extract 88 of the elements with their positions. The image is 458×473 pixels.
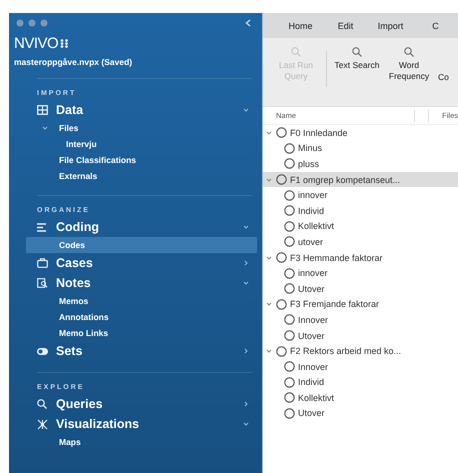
ribbon-tab[interactable]: Edit <box>323 20 368 30</box>
nav-item[interactable]: Maps <box>14 434 252 450</box>
chevron-down-icon[interactable] <box>266 348 272 354</box>
circle-icon <box>276 252 287 264</box>
code-row[interactable]: Utover <box>263 406 458 422</box>
lines-icon <box>37 222 47 232</box>
chevron-down-icon[interactable] <box>266 130 272 136</box>
nav-item[interactable]: Codes <box>26 237 257 253</box>
nav-group[interactable]: Data <box>14 100 252 120</box>
nav-item[interactable]: Memos <box>14 293 252 309</box>
app-logo: NVIVO <box>14 34 58 52</box>
circle-icon <box>284 392 295 404</box>
nav-item[interactable]: Annotations <box>14 309 252 325</box>
circle-icon <box>284 268 295 279</box>
circle-icon <box>284 236 295 248</box>
ribbon-tab[interactable]: C <box>413 20 458 30</box>
code-row[interactable]: Innover <box>263 312 458 328</box>
code-row[interactable]: F3 Fremjande faktorar <box>263 296 458 312</box>
search-icon <box>37 399 47 409</box>
toolbar-button[interactable]: Text Search <box>331 47 383 71</box>
code-row[interactable]: innover <box>263 265 458 281</box>
nav-group[interactable]: Notes <box>14 273 252 293</box>
chevron-right-icon[interactable] <box>243 260 249 266</box>
toolbar-button[interactable]: Co <box>435 47 452 83</box>
nav-item[interactable]: Files <box>14 120 252 136</box>
circle-icon <box>284 158 295 170</box>
network-icon <box>37 418 48 430</box>
caret-icon[interactable] <box>42 125 48 131</box>
table-icon <box>37 105 48 115</box>
chevron-down-icon[interactable] <box>243 421 249 427</box>
search-icon <box>352 47 362 57</box>
circle-icon <box>284 190 295 201</box>
circle-icon <box>284 142 295 154</box>
circle-icon <box>284 408 295 419</box>
chevron-down-icon[interactable] <box>266 301 272 308</box>
code-row[interactable]: innover <box>263 187 458 203</box>
nav-item[interactable]: Intervju <box>14 136 252 152</box>
nav-item[interactable]: Memo Links <box>14 325 252 341</box>
chevron-right-icon[interactable] <box>243 348 249 354</box>
code-row[interactable]: F2 Rektors arbeid med ko... <box>263 343 458 359</box>
code-row[interactable]: Kollektivt <box>263 390 458 406</box>
code-row[interactable]: F0 Innledande <box>263 125 458 141</box>
project-name: masteroppgåve.nvpx (Saved) <box>14 57 134 67</box>
chevron-right-icon[interactable] <box>243 401 249 407</box>
circle-icon <box>284 361 295 372</box>
code-row[interactable]: Utover <box>263 328 458 344</box>
nav-group[interactable]: Sets <box>14 341 252 361</box>
circle-icon <box>284 283 295 294</box>
nav-item[interactable]: Externals <box>14 168 252 184</box>
collapse-icon[interactable] <box>245 19 251 27</box>
circle-icon <box>284 376 295 388</box>
code-row[interactable]: F1 omgrep kompetanseut... <box>263 172 458 188</box>
chevron-down-icon[interactable] <box>243 107 249 113</box>
briefcase-icon <box>37 258 48 268</box>
code-row[interactable]: Minus <box>263 140 458 156</box>
chevron-down-icon[interactable] <box>266 176 272 183</box>
circle-icon <box>284 205 295 216</box>
code-row[interactable]: Individ <box>263 202 458 219</box>
ribbon-tab[interactable]: Home <box>278 20 323 30</box>
circle-icon <box>284 330 295 342</box>
code-row[interactable]: Innover <box>263 358 458 374</box>
circle-icon <box>284 220 295 232</box>
nav-group[interactable]: Coding <box>14 217 252 237</box>
notes-icon <box>37 278 48 288</box>
circle-icon <box>276 174 287 186</box>
toggle-icon <box>37 348 48 354</box>
search-icon <box>404 47 414 57</box>
code-row[interactable]: F3 Hemmande faktorar <box>263 250 458 266</box>
toolbar-button[interactable]: Word Frequency <box>383 47 435 82</box>
logo-dots-icon <box>60 38 70 48</box>
circle-icon <box>276 346 287 357</box>
chevron-down-icon[interactable] <box>243 224 249 230</box>
nav-group[interactable]: Queries <box>14 394 252 414</box>
code-row[interactable]: Kollektivt <box>263 218 458 234</box>
code-row[interactable]: Utover <box>263 280 458 297</box>
chevron-down-icon[interactable] <box>243 280 249 286</box>
ribbon-tab[interactable]: Import <box>368 20 413 30</box>
circle-icon <box>276 298 287 310</box>
code-row[interactable]: pluss <box>263 156 458 172</box>
nav-group[interactable]: Cases <box>14 253 252 273</box>
search-icon <box>291 47 301 57</box>
nav-group[interactable]: Visualizations <box>14 414 252 434</box>
code-row[interactable]: utover <box>263 234 458 250</box>
code-row[interactable]: Individ <box>263 374 458 390</box>
chevron-down-icon[interactable] <box>266 254 272 261</box>
circle-icon <box>276 127 287 138</box>
circle-icon <box>284 314 295 326</box>
nav-item[interactable]: File Classifications <box>14 152 252 168</box>
